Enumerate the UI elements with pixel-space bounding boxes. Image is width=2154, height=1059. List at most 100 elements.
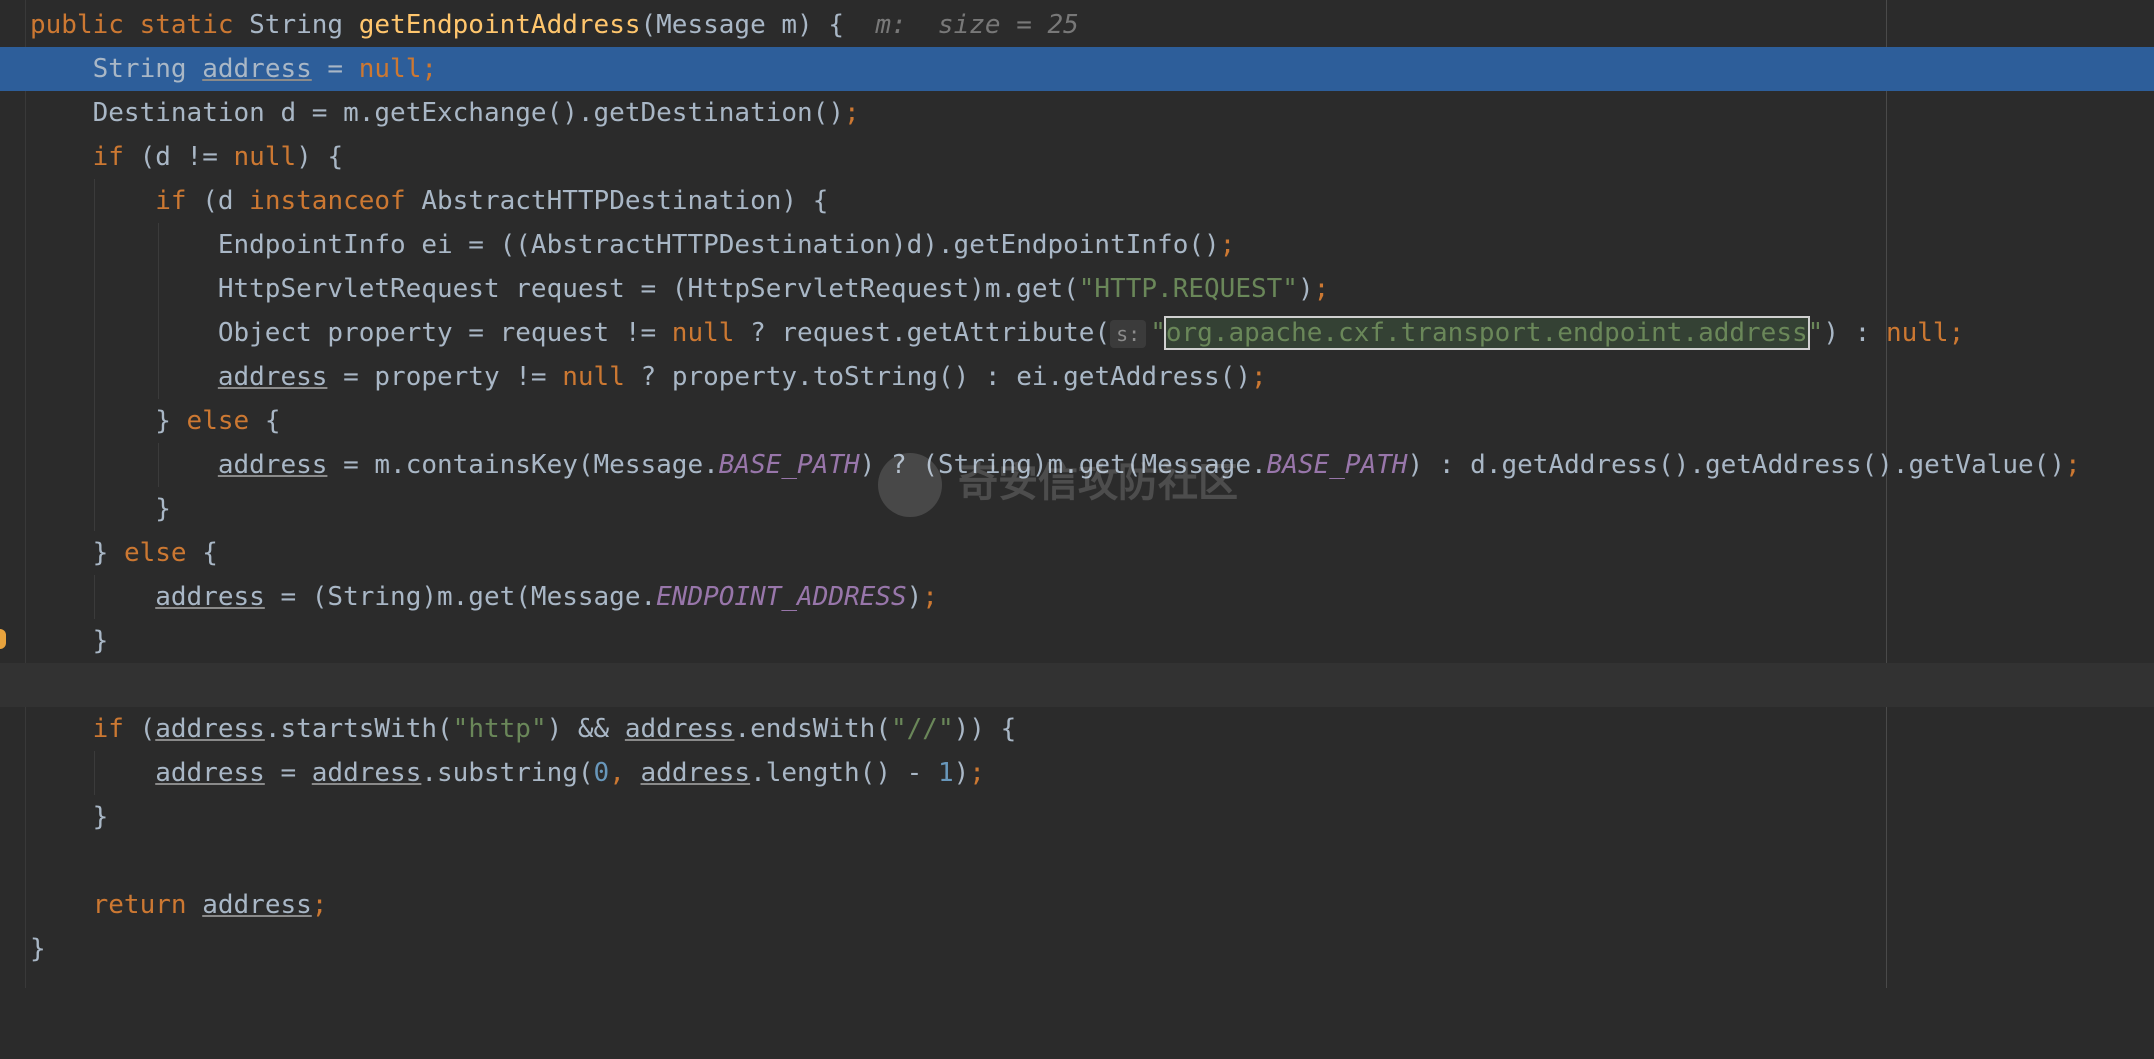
code-line-1[interactable]: public static String getEndpointAddress(… <box>0 3 2154 47</box>
variable: address <box>640 758 751 788</box>
code-line-7[interactable]: HttpServletRequest request = (HttpServle… <box>0 267 2154 311</box>
variable: address <box>155 714 265 744</box>
keyword: return <box>92 890 203 920</box>
keyword: instanceof <box>249 186 422 216</box>
code-text: } <box>92 538 124 568</box>
punct: ; <box>1251 362 1267 392</box>
code-line-15[interactable]: } <box>0 619 2154 663</box>
code-text: } <box>155 406 187 436</box>
keyword: null <box>562 362 625 392</box>
selected-string-literal[interactable]: org.apache.cxf.transport.endpoint.addres… <box>1163 316 1810 350</box>
code-text: { <box>202 538 218 568</box>
code-text: ) <box>953 758 970 788</box>
code-line-13[interactable]: } else { <box>0 531 2154 575</box>
string-literal: " <box>1807 318 1824 348</box>
punct: ; <box>311 890 328 920</box>
code-line-8[interactable]: Object property = request != null ? requ… <box>0 311 2154 355</box>
number-literal: 0 <box>593 758 610 788</box>
code-text: } <box>155 494 171 524</box>
watermark: 奇安信攻防社区 <box>878 450 1238 517</box>
keyword: if <box>92 142 140 172</box>
punct: ; <box>843 98 860 128</box>
code-text: = <box>264 758 312 788</box>
variable: address <box>624 714 735 744</box>
code-line-20[interactable] <box>0 839 2154 883</box>
code-text: = property != <box>327 362 563 392</box>
code-text: .startsWith( <box>264 714 453 744</box>
keyword: null <box>671 318 735 348</box>
type-name: String <box>249 10 359 40</box>
code-line-4[interactable]: if (d != null) { <box>0 135 2154 179</box>
code-text: ? request.getAttribute( <box>734 318 1111 348</box>
punct: ; <box>922 582 938 612</box>
keyword: null <box>233 142 297 172</box>
code-text: .length() - <box>750 758 938 788</box>
code-text: ) <box>906 582 923 612</box>
code-text: )) { <box>953 714 1017 744</box>
code-line-14[interactable]: address = (String)m.get(Message.ENDPOINT… <box>0 575 2154 619</box>
code-text: (d <box>202 186 250 216</box>
variable: address <box>202 890 312 920</box>
type-name: String <box>92 54 203 84</box>
keyword: static <box>139 10 250 40</box>
punct: , <box>609 758 641 788</box>
variable: address <box>311 758 422 788</box>
keyword: null <box>1885 318 1949 348</box>
code-text: } <box>92 802 109 832</box>
code-text: ) && <box>546 714 625 744</box>
code-line-22[interactable]: } <box>0 927 2154 971</box>
parameter-hint: s: <box>1110 319 1147 348</box>
code-text: ) <box>1297 274 1314 304</box>
code-text: HttpServletRequest request = (HttpServle… <box>217 274 1079 304</box>
constant: BASE_PATH <box>1266 450 1408 480</box>
variable: address <box>155 758 265 788</box>
method-name: getEndpointAddress <box>358 10 641 40</box>
code-text: = (String)m.get(Message. <box>264 582 657 612</box>
code-line-17[interactable]: if (address.startsWith("http") && addres… <box>0 707 2154 751</box>
string-literal: " <box>1150 318 1166 348</box>
string-literal: "HTTP.REQUEST" <box>1078 274 1298 304</box>
punct: ; <box>1948 318 1965 348</box>
code-text: ? property.toString() : ei.getAddress() <box>624 362 1252 392</box>
constant: ENDPOINT_ADDRESS <box>656 582 907 612</box>
variable: address <box>217 450 328 480</box>
number-literal: 1 <box>937 758 954 788</box>
code-line-5[interactable]: if (d instanceof AbstractHTTPDestination… <box>0 179 2154 223</box>
code-line-2-execution-point[interactable]: String address = null; <box>0 47 2154 91</box>
code-text: EndpointInfo ei = ((AbstractHTTPDestinat… <box>217 230 1220 260</box>
code-line-9[interactable]: address = property != null ? property.to… <box>0 355 2154 399</box>
constant: BASE_PATH <box>718 450 860 480</box>
code-editor[interactable]: public static String getEndpointAddress(… <box>0 0 2154 988</box>
code-line-6[interactable]: EndpointInfo ei = ((AbstractHTTPDestinat… <box>0 223 2154 267</box>
code-text: = m.containsKey(Message. <box>327 450 719 480</box>
code-line-3[interactable]: Destination d = m.getExchange().getDesti… <box>0 91 2154 135</box>
code-line-21[interactable]: return address; <box>0 883 2154 927</box>
code-text: (d != <box>139 142 234 172</box>
code-text: (Message m) { <box>640 10 845 40</box>
keyword: if <box>155 186 203 216</box>
code-line-10[interactable]: } else { <box>0 399 2154 443</box>
watermark-text: 奇安信攻防社区 <box>958 460 1238 506</box>
code-text: .endsWith( <box>734 714 891 744</box>
watermark-logo-icon <box>878 453 942 517</box>
code-text: ) { <box>296 142 344 172</box>
punct: ; <box>1219 230 1236 260</box>
code-line-16-caret[interactable] <box>0 663 2154 707</box>
code-text: .substring( <box>421 758 594 788</box>
code-text: ( <box>139 714 156 744</box>
code-line-19[interactable]: } <box>0 795 2154 839</box>
keyword: else <box>186 406 265 436</box>
code-text: ) : <box>1823 318 1886 348</box>
code-text: = <box>311 54 359 84</box>
punct: ; <box>969 758 985 788</box>
code-text: Object property = request != <box>217 318 672 348</box>
string-literal: "http" <box>452 714 547 744</box>
keyword: public <box>30 10 140 40</box>
punct: ; <box>2065 450 2081 480</box>
code-text: AbstractHTTPDestination) { <box>421 186 829 216</box>
variable: address <box>202 54 312 84</box>
variable: address <box>217 362 328 392</box>
inline-debug-value: m: size = 25 <box>875 10 1079 40</box>
code-line-18[interactable]: address = address.substring(0, address.l… <box>0 751 2154 795</box>
code-text: { <box>264 406 281 436</box>
